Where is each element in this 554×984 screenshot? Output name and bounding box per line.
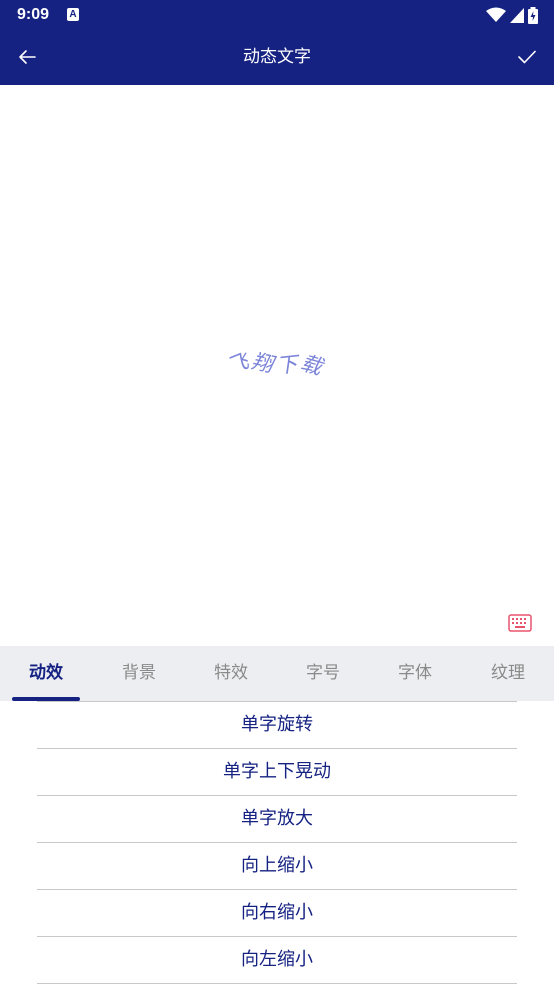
- tab-beijing[interactable]: 背景: [104, 646, 174, 701]
- tab-ziti[interactable]: 字体: [380, 646, 450, 701]
- keyboard-icon[interactable]: [508, 614, 532, 632]
- effect-list: 单字旋转 单字上下晃动 单字放大 向上缩小 向右缩小 向左缩小: [0, 701, 554, 984]
- tab-texiao[interactable]: 特效: [196, 646, 266, 701]
- list-item[interactable]: 单字放大: [0, 796, 554, 842]
- status-time: 9:09: [17, 6, 50, 23]
- tab-wenli[interactable]: 纹理: [473, 646, 543, 701]
- tab-zihao[interactable]: 字号: [288, 646, 358, 701]
- list-item[interactable]: 向左缩小: [0, 937, 554, 983]
- list-item[interactable]: 向上缩小: [0, 843, 554, 889]
- check-icon: [518, 50, 536, 64]
- preview-char: 飞: [223, 348, 254, 379]
- text-preview-canvas[interactable]: 飞翔下载: [0, 85, 554, 646]
- tab-dongxiao[interactable]: 动效: [12, 646, 80, 701]
- confirm-button[interactable]: [514, 44, 540, 70]
- preview-char: 载: [298, 351, 328, 381]
- signal-icon: [510, 7, 524, 23]
- list-item[interactable]: 单字旋转: [0, 702, 554, 748]
- battery-icon: [528, 6, 538, 24]
- preview-char: 下: [275, 352, 301, 378]
- list-item[interactable]: 向右缩小: [0, 890, 554, 936]
- preview-text: 飞翔下载: [223, 348, 327, 380]
- status-icons: [486, 5, 538, 25]
- list-item[interactable]: 单字上下晃动: [0, 749, 554, 795]
- a-square-icon: A: [67, 8, 79, 21]
- effect-tab-bar: 动效 背景 特效 字号 字体 纹理: [0, 646, 554, 701]
- wifi-icon: [486, 7, 506, 22]
- preview-svg: 飞翔下载: [223, 348, 327, 380]
- page-title: 动态文字: [243, 47, 311, 67]
- app-header: 9:09 A 动态文字: [0, 0, 554, 85]
- preview-char: 翔: [249, 349, 277, 377]
